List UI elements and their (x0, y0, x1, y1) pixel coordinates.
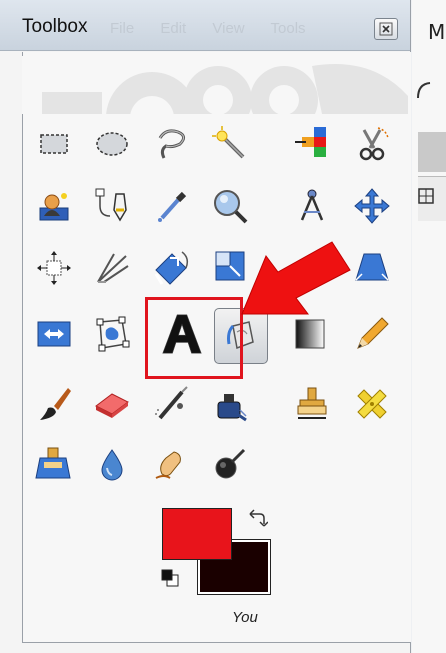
free-select-icon (158, 129, 185, 159)
color-area (158, 502, 278, 602)
text-tool-highlight-box (145, 297, 243, 379)
wilber-drop-zone-icon[interactable] (22, 56, 408, 114)
smudge-icon (155, 451, 181, 479)
ghost-menu-edit: Edit (160, 20, 187, 37)
dodge-burn-icon (215, 448, 246, 479)
ghost-menu-tools: Tools (270, 20, 306, 37)
swap-colors-icon[interactable] (246, 508, 268, 530)
clone-icon (297, 387, 327, 419)
tool-heal[interactable] (348, 380, 396, 428)
tool-ink[interactable] (206, 380, 254, 428)
tool-color-picker[interactable] (148, 182, 196, 230)
rect-select-icon (40, 134, 68, 154)
default-colors-icon[interactable] (160, 568, 180, 588)
tool-clone[interactable] (288, 380, 336, 428)
tool-perspective-clone[interactable] (30, 440, 78, 488)
perspective-clone-icon (35, 447, 71, 479)
tool-crop[interactable] (88, 244, 136, 292)
tool-foreground-select[interactable] (30, 182, 78, 230)
foreground-color-swatch[interactable] (162, 508, 232, 560)
tool-scissors-select[interactable] (348, 120, 396, 168)
tool-by-color-select[interactable] (288, 120, 336, 168)
red-arrow-icon (241, 241, 351, 315)
move-icon (354, 188, 390, 224)
heal-icon (357, 389, 387, 419)
foreground-select-icon (39, 193, 69, 221)
tool-paths[interactable] (88, 182, 136, 230)
tool-move[interactable] (348, 182, 396, 230)
tool-magnify[interactable] (206, 182, 254, 230)
airbrush-icon (155, 386, 188, 420)
fuzzy-select-icon (212, 126, 245, 159)
tool-smudge[interactable] (148, 440, 196, 488)
paintbrush-icon (40, 388, 71, 420)
ink-icon (217, 394, 247, 422)
paths-icon (95, 188, 127, 222)
perspective-icon (355, 253, 389, 281)
background-app-grid-icon (418, 188, 434, 204)
tool-free-select[interactable] (148, 120, 196, 168)
scissors-select-icon (359, 127, 389, 161)
tool-dodge-burn[interactable] (206, 440, 254, 488)
magnify-icon (214, 190, 248, 224)
flip-icon (37, 321, 71, 347)
ghost-menu-file: File (110, 20, 135, 37)
background-app-toolbar (418, 132, 446, 172)
rotate-icon (154, 251, 189, 285)
tool-ellipse-select[interactable] (88, 120, 136, 168)
close-icon (379, 22, 393, 36)
active-brush-name: You (232, 609, 258, 626)
tool-rotate[interactable] (148, 244, 196, 292)
ellipse-select-icon (96, 132, 128, 156)
cage-transform-icon (96, 316, 130, 352)
tool-cage-transform[interactable] (88, 310, 136, 358)
tool-airbrush[interactable] (148, 380, 196, 428)
color-picker-icon (158, 191, 187, 222)
background-app-letter: M (428, 20, 446, 44)
tool-fuzzy-select[interactable] (206, 120, 254, 168)
background-app-curve-icon (417, 82, 431, 99)
pencil-icon (357, 317, 389, 349)
blur-sharpen-icon (101, 449, 123, 481)
close-button[interactable] (374, 18, 398, 40)
ghost-menu-view: View (212, 20, 245, 37)
align-icon (37, 251, 71, 285)
tool-measure[interactable] (288, 182, 336, 230)
crop-icon (97, 253, 129, 283)
tool-blur-sharpen[interactable] (88, 440, 136, 488)
window-title: Toolbox (22, 16, 88, 37)
tool-align[interactable] (30, 244, 78, 292)
tool-flip[interactable] (30, 310, 78, 358)
tool-eraser[interactable] (88, 380, 136, 428)
tool-rect-select[interactable] (30, 120, 78, 168)
by-color-select-icon (295, 127, 326, 157)
eraser-icon (95, 393, 129, 418)
measure-icon (300, 189, 324, 221)
tool-paintbrush[interactable] (30, 380, 78, 428)
ghost-menubar: File Edit View Tools (110, 20, 328, 37)
title-bar[interactable]: Toolbox File Edit View Tools (0, 0, 410, 51)
